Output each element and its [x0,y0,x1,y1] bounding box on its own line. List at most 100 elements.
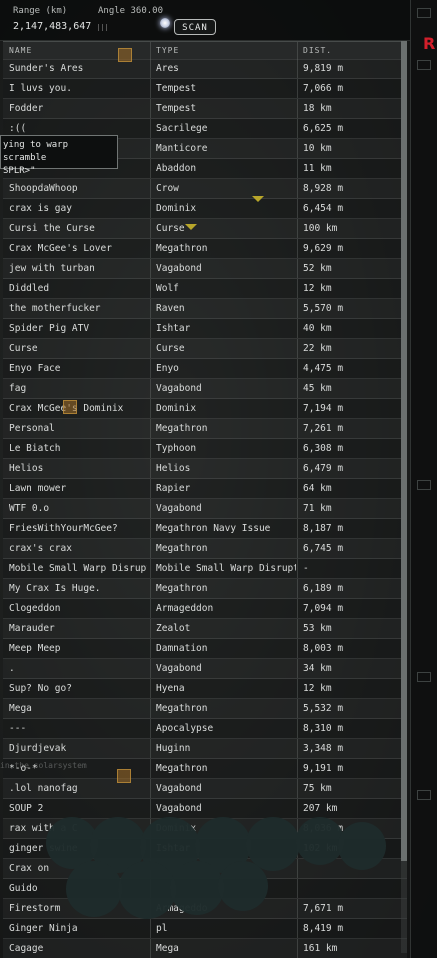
result-type: Sacrilege [156,123,208,134]
result-row[interactable]: My Crax Is Huge. Megathron 6,189 m [3,579,407,599]
result-row[interactable]: Clogeddon Armageddon 7,094 m [3,599,407,619]
result-row[interactable]: Enyo Face Enyo 4,475 m [3,359,407,379]
result-row[interactable]: Cursi the Curse Curse 100 km [3,219,407,239]
result-distance: 161 km [303,943,338,954]
space-triangle-icon [252,196,264,202]
tooltip-line: ying to warp scramble [3,140,69,163]
angle-slider[interactable] [98,24,170,31]
result-distance: 6,454 m [303,203,344,214]
window-control-icon[interactable] [417,480,431,490]
result-row[interactable]: Helios Helios 6,479 m [3,459,407,479]
result-row[interactable]: Curse Curse 22 km [3,339,407,359]
result-row[interactable]: Le Biatch Typhoon 6,308 m [3,439,407,459]
result-row[interactable]: . Vagabond 34 km [3,659,407,679]
result-name: Ginger Ninja [9,923,78,934]
result-type: Curse [156,343,185,354]
result-row[interactable]: Mega Megathron 5,532 m [3,699,407,719]
result-row[interactable]: --- Apocalypse 8,310 m [3,719,407,739]
result-row[interactable]: crax's crax Megathron 6,745 m [3,539,407,559]
space-bracket-icon [63,400,77,414]
result-row[interactable]: Cagage Mega 161 km [3,939,407,958]
result-type: Dominix [156,403,197,414]
result-distance: 22 km [303,343,332,354]
result-row[interactable]: FriesWithYourMcGee? Megathron Navy Issue 8… [3,519,407,539]
result-row[interactable]: Ginger Ninja pl 8,419 m [3,919,407,939]
result-row[interactable]: SOUP 2 Vagabond 207 km [3,799,407,819]
space-bracket-icon [117,769,131,783]
result-name: --- [9,723,27,734]
result-distance: 7,066 m [303,83,344,94]
result-row[interactable]: Diddled Wolf 12 km [3,279,407,299]
angle-slider-knob[interactable] [160,18,170,28]
result-type: Vagabond [156,803,202,814]
result-row[interactable]: Sup? No go? Hyena 12 km [3,679,407,699]
scan-button[interactable]: SCAN [174,19,216,35]
overlay-circle [66,861,122,917]
result-row[interactable]: Personal Megathron 7,261 m [3,419,407,439]
result-distance: 12 km [303,283,332,294]
result-row[interactable]: Lawn mower Rapier 64 km [3,479,407,499]
result-type: Damnation [156,643,208,654]
result-name: Djurdjevak [9,743,67,754]
column-header-name[interactable]: NAME [9,42,32,59]
result-row[interactable]: Meep Meep Damnation 8,003 m [3,639,407,659]
result-row[interactable]: Djurdjevak Huginn 3,348 m [3,739,407,759]
result-distance: 9,819 m [303,63,344,74]
result-row[interactable]: Sunder's Ares Ares 9,819 m [3,59,407,79]
result-name: I luvs you. [9,83,72,94]
scrollbar-thumb[interactable] [401,41,407,861]
result-type: Vagabond [156,263,202,274]
results-header: NAME TYPE DIST. [3,41,407,60]
result-row[interactable]: Marauder Zealot 53 km [3,619,407,639]
range-input[interactable]: 2,147,483,647 [13,21,91,32]
result-name: Fodder [9,103,44,114]
result-type: Abaddon [156,163,197,174]
result-type: Megathron [156,763,208,774]
result-row[interactable]: Crax McGee's Lover Megathron 9,629 m [3,239,407,259]
result-row[interactable]: ShoopdaWhoop Crow 8,928 m [3,179,407,199]
result-type: Tempest [156,103,197,114]
result-type: Tempest [156,83,197,94]
column-header-distance[interactable]: DIST. [303,42,332,59]
result-name: My Crax Is Huge. [9,583,101,594]
result-type: Vagabond [156,383,202,394]
result-name: Le Biatch [9,443,61,454]
result-row[interactable]: I luvs you. Tempest 7,066 m [3,79,407,99]
result-row[interactable]: Fodder Tempest 18 km [3,99,407,119]
result-row[interactable]: fag Vagabond 45 km [3,379,407,399]
result-distance: 12 km [303,683,332,694]
result-distance: 4,475 m [303,363,344,374]
directional-scanner-window: Range (km) 2,147,483,647 Angle 360.00 SC… [0,0,437,958]
result-name: Enyo Face [9,363,61,374]
result-row[interactable]: .lol nanofag Vagabond 75 km [3,779,407,799]
window-control-icon[interactable] [417,790,431,800]
result-row[interactable]: Spider Pig ATV Ishtar 40 km [3,319,407,339]
column-header-type[interactable]: TYPE [156,42,179,59]
result-name: Spider Pig ATV [9,323,90,334]
scan-controls-bar: Range (km) 2,147,483,647 Angle 360.00 SC… [0,0,410,41]
corp-logo: R [423,34,436,53]
overlay-circle [296,817,344,865]
result-type: Manticore [156,143,208,154]
window-control-icon[interactable] [417,8,431,18]
overlay-circle [338,822,386,870]
result-row[interactable]: jew with turban Vagabond 52 km [3,259,407,279]
result-name: Curse [9,343,38,354]
window-control-icon[interactable] [417,60,431,70]
result-row[interactable]: WTF 0.o Vagabond 71 km [3,499,407,519]
result-row[interactable]: Mobile Small Warp Disruptor I Mobile Smal… [3,559,407,579]
result-distance: 8,310 m [303,723,344,734]
result-distance: 9,191 m [303,763,344,774]
result-distance: 6,625 m [303,123,344,134]
result-distance: 40 km [303,323,332,334]
window-control-icon[interactable] [417,672,431,682]
result-name: crax is gay [9,203,72,214]
result-type: Apocalypse [156,723,214,734]
result-distance: - [303,563,309,574]
result-row[interactable]: crax is gay Dominix 6,454 m [3,199,407,219]
result-row[interactable]: the motherfucker Raven 5,570 m [3,299,407,319]
result-distance: 8,419 m [303,923,344,934]
result-name: fag [9,383,27,394]
result-type: Megathron [156,583,208,594]
results-scrollbar[interactable] [401,41,407,953]
